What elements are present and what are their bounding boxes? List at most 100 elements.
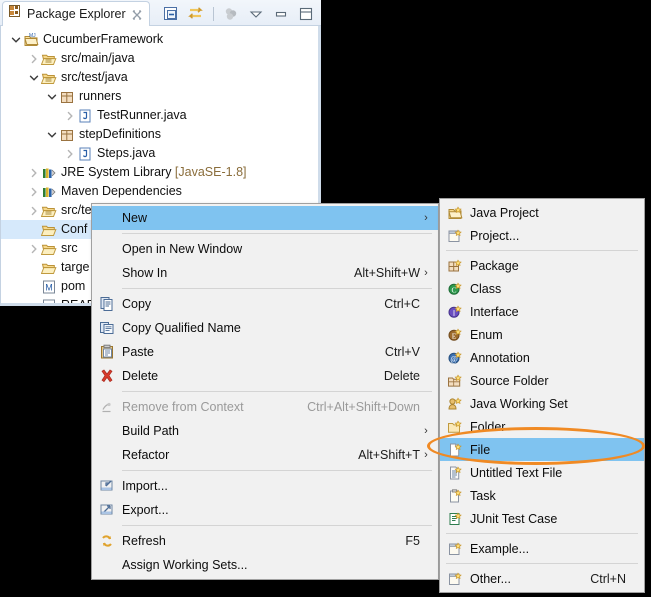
menu-item-label: JUnit Test Case — [470, 511, 558, 526]
menu-separator — [122, 288, 432, 289]
tree-item[interactable]: src/main/java — [1, 49, 318, 68]
menu-item-copy[interactable]: Copy Ctrl+C — [92, 292, 438, 316]
menu-item-export[interactable]: Export... — [92, 498, 438, 522]
close-icon[interactable] — [131, 8, 143, 20]
toolbar-separator — [213, 6, 214, 21]
menu-item-shortcut: Alt+Shift+W — [354, 266, 420, 280]
tree-item[interactable]: src/test/java — [1, 68, 318, 87]
new-menu-item-java-project[interactable]: Java Project — [440, 201, 644, 224]
package-icon — [58, 87, 76, 106]
chevron-right-icon[interactable] — [63, 144, 76, 163]
menu-item-import[interactable]: Import... — [92, 474, 438, 498]
package-explorer-icon — [9, 5, 22, 23]
new-menu-item-class[interactable]: C Class — [440, 277, 644, 300]
submenu-arrow-icon: › — [424, 212, 428, 224]
library-icon — [40, 182, 58, 201]
menu-item-label: File — [470, 442, 491, 457]
new-menu-item-file[interactable]: File — [440, 438, 644, 461]
chevron-down-icon[interactable] — [27, 68, 40, 87]
menu-item-show-in[interactable]: Show In Alt+Shift+W › — [92, 261, 438, 285]
source-folder-new-icon — [440, 369, 470, 392]
menu-item-paste[interactable]: Paste Ctrl+V — [92, 340, 438, 364]
menu-item-label: Enum — [470, 327, 503, 342]
new-menu-item-interface[interactable]: I Interface — [440, 300, 644, 323]
menu-item-label: Remove from Context — [122, 400, 244, 414]
menu-item-build-path[interactable]: Build Path › — [92, 419, 438, 443]
new-menu-item-source-folder[interactable]: Source Folder — [440, 369, 644, 392]
menu-item-refresh[interactable]: Refresh F5 — [92, 529, 438, 553]
menu-item-label: Task — [470, 488, 496, 503]
tree-item[interactable]: stepDefinitions — [1, 125, 318, 144]
tree-item-label: src — [61, 241, 78, 255]
tree-item[interactable]: Steps.java — [1, 144, 318, 163]
new-menu-item-package[interactable]: Package — [440, 254, 644, 277]
twisty-none — [27, 277, 40, 296]
source-folder-icon — [40, 49, 58, 68]
link-with-editor-button[interactable] — [185, 4, 207, 24]
minimize-button[interactable] — [270, 4, 292, 24]
tree-item[interactable]: TestRunner.java — [1, 106, 318, 125]
new-menu-item-annotation[interactable]: @ Annotation — [440, 346, 644, 369]
collapse-all-button[interactable] — [160, 4, 182, 24]
menu-separator — [122, 233, 432, 234]
new-menu-item-enum[interactable]: E Enum — [440, 323, 644, 346]
folder-icon — [40, 239, 58, 258]
file-new-icon — [440, 438, 470, 461]
menu-item-delete[interactable]: Delete Delete — [92, 364, 438, 388]
import-icon — [92, 474, 122, 498]
tree-item[interactable]: MJ CucumberFramework — [1, 30, 318, 49]
menu-item-label: Interface — [470, 304, 519, 319]
menu-item-open-in-new-window[interactable]: Open in New Window — [92, 237, 438, 261]
menu-item-new[interactable]: New › — [92, 206, 438, 230]
new-menu-item-folder[interactable]: Folder — [440, 415, 644, 438]
context-menu[interactable]: New › Open in New Window Show In Alt+Shift+W… — [91, 203, 439, 580]
twisty-none — [27, 220, 40, 239]
menu-item-copy-qualified-name[interactable]: Copy Qualified Name — [92, 316, 438, 340]
tree-item-label: src/test/java — [61, 70, 128, 84]
submenu-arrow-icon: › — [424, 449, 428, 461]
no-icon — [92, 553, 122, 577]
view-menu-button[interactable] — [245, 4, 267, 24]
task-new-icon — [440, 484, 470, 507]
chevron-down-icon[interactable] — [9, 30, 22, 49]
menu-item-label: Delete — [122, 369, 159, 383]
twisty-none — [27, 296, 40, 303]
chevron-down-icon[interactable] — [45, 87, 58, 106]
maximize-button[interactable] — [295, 4, 317, 24]
new-menu-item-java-working-set[interactable]: Java Working Set — [440, 392, 644, 415]
class-new-icon: C — [440, 277, 470, 300]
focus-on-active-task-button[interactable] — [220, 4, 242, 24]
chevron-right-icon[interactable] — [27, 239, 40, 258]
tree-item-label: src/main/java — [61, 51, 135, 65]
menu-item-label: Export... — [122, 503, 169, 517]
menu-item-label: New — [122, 211, 148, 225]
new-menu-item-junit-test-case[interactable]: JUnit Test Case — [440, 507, 644, 530]
folder-icon — [40, 220, 58, 239]
chevron-right-icon[interactable] — [63, 106, 76, 125]
new-menu-item-project[interactable]: Project... — [440, 224, 644, 247]
chevron-right-icon[interactable] — [27, 201, 40, 220]
new-menu-item-untitled-text-file[interactable]: Untitled Text File — [440, 461, 644, 484]
new-submenu[interactable]: Java Project Project... Package C Class I Inte… — [439, 198, 645, 593]
menu-item-label: Assign Working Sets... — [122, 558, 248, 572]
new-menu-item-example[interactable]: Example... — [440, 537, 644, 560]
tree-item[interactable]: JRE System Library [JavaSE-1.8] — [1, 163, 318, 182]
chevron-right-icon[interactable] — [27, 182, 40, 201]
no-icon — [92, 237, 122, 261]
chevron-right-icon[interactable] — [27, 163, 40, 182]
tree-item[interactable]: Maven Dependencies — [1, 182, 318, 201]
chevron-right-icon[interactable] — [27, 49, 40, 68]
menu-item-remove-from-context: Remove from Context Ctrl+Alt+Shift+Down — [92, 395, 438, 419]
menu-item-label: Refresh — [122, 534, 166, 548]
chevron-down-icon[interactable] — [45, 125, 58, 144]
source-folder-icon — [40, 68, 58, 87]
no-icon — [92, 206, 122, 230]
menu-item-label: Untitled Text File — [470, 465, 563, 480]
menu-item-refactor[interactable]: Refactor Alt+Shift+T › — [92, 443, 438, 467]
copy-icon — [92, 292, 122, 316]
tree-item[interactable]: runners — [1, 87, 318, 106]
menu-item-assign-working-sets[interactable]: Assign Working Sets... — [92, 553, 438, 577]
new-menu-item-other[interactable]: Other... Ctrl+N — [440, 567, 644, 590]
tab-package-explorer[interactable]: Package Explorer — [2, 1, 150, 26]
new-menu-item-task[interactable]: Task — [440, 484, 644, 507]
